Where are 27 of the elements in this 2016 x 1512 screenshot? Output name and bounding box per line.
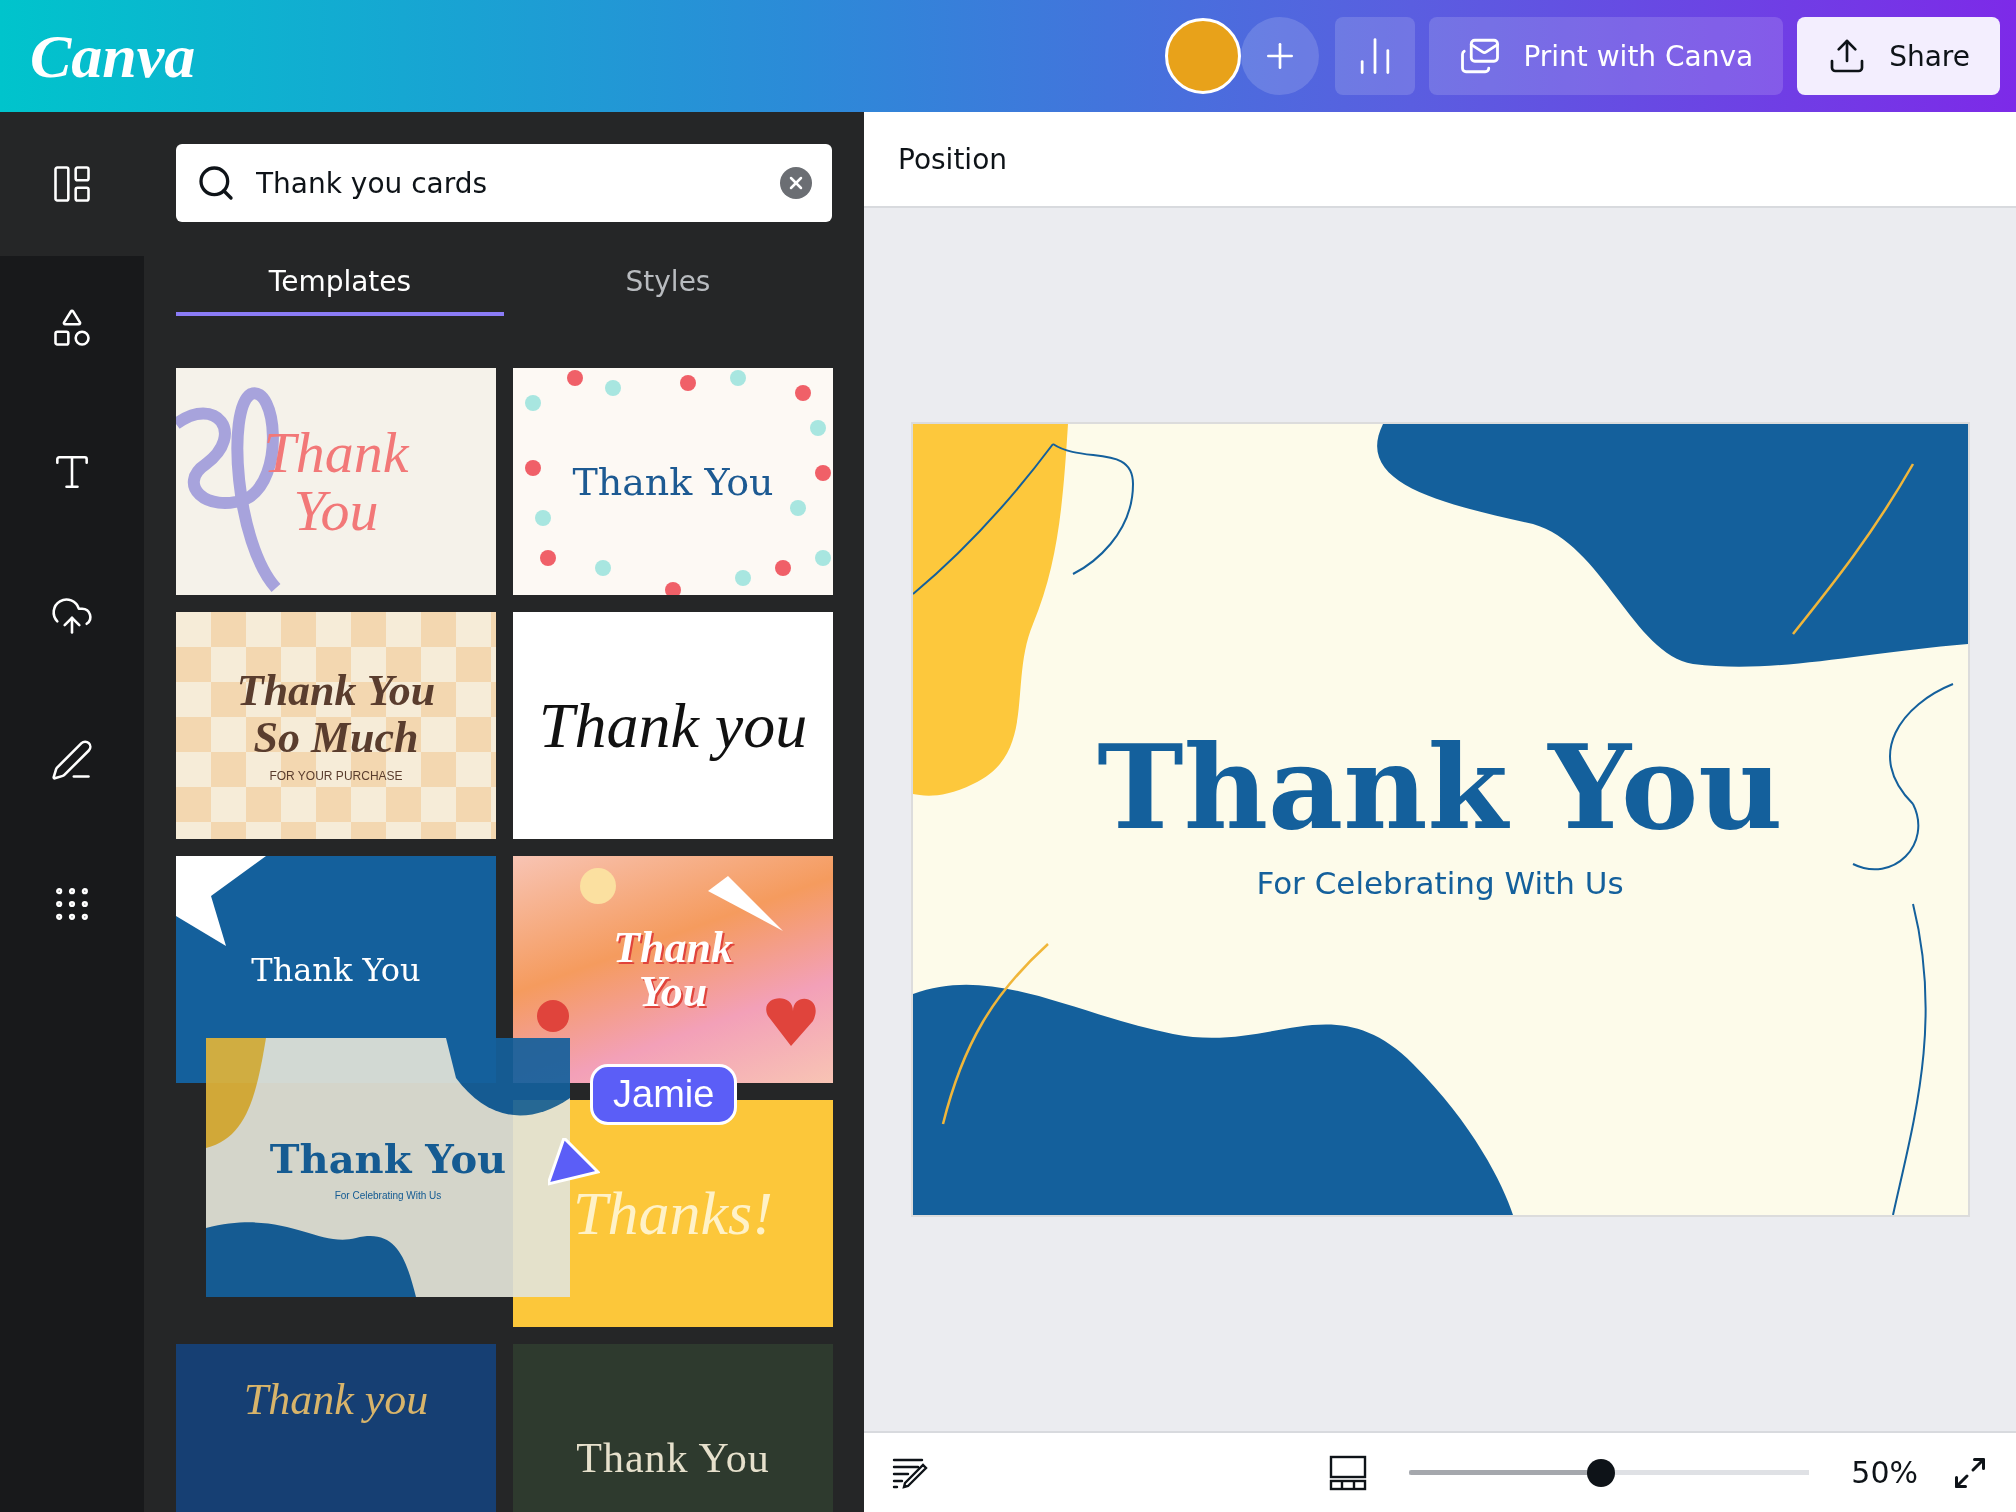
notes-pen-icon [892, 1456, 930, 1489]
pen-icon [50, 738, 94, 782]
tab[interactable]: Styles [504, 250, 832, 316]
design-canvas[interactable]: Thank You For Celebrating With Us [912, 424, 1968, 1215]
insights-button[interactable] [1335, 17, 1416, 95]
cursor-icon [548, 1138, 600, 1186]
collaborator-name: Jamie [590, 1064, 738, 1125]
template-card[interactable]: Thank you [176, 1344, 496, 1512]
share-button[interactable]: Share [1797, 17, 2000, 95]
template-card[interactable]: Thank you [513, 612, 833, 839]
notes-button[interactable] [892, 1456, 930, 1489]
page-grid-button[interactable] [1329, 1454, 1368, 1491]
position-button[interactable]: Position [898, 142, 1008, 176]
design-subtitle: For Celebrating With Us [1256, 864, 1624, 901]
slider-thumb[interactable] [1587, 1458, 1616, 1487]
page-grid-icon [1329, 1454, 1368, 1491]
template-card[interactable]: Thank You So Much FOR YOUR PURCHASE [176, 612, 496, 839]
design-title: Thank You [1097, 718, 1783, 855]
print-button[interactable]: Print with Canva [1429, 17, 1784, 95]
tab[interactable]: Templates [176, 250, 504, 316]
search-field[interactable]: Thank you cards [176, 144, 832, 222]
search-icon [196, 163, 236, 203]
template-card[interactable]: Thank You For Celebrating With Us [206, 1038, 570, 1297]
zoom-percentage: 50% [1851, 1455, 1918, 1490]
template-card[interactable]: Thank You [513, 368, 833, 595]
sidebar-item[interactable] [0, 112, 144, 256]
template-card[interactable]: Thank You [513, 1344, 833, 1512]
